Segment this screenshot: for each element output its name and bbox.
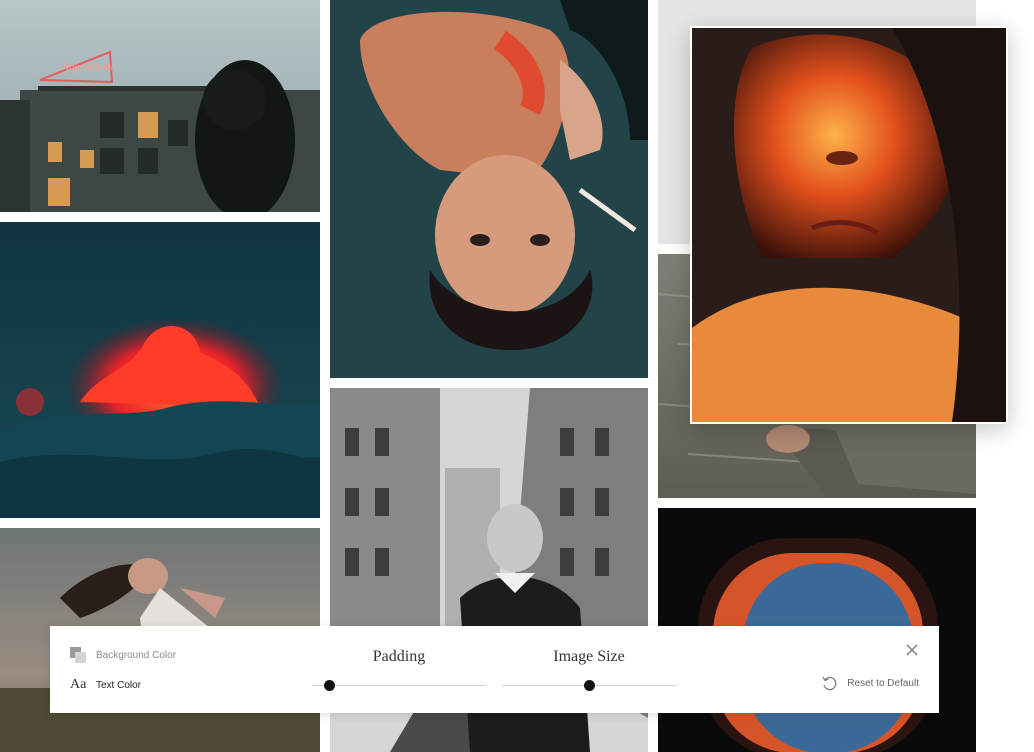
padding-slider-knob[interactable] <box>324 680 336 691</box>
photo-red-cloud[interactable] <box>0 222 320 518</box>
background-color-icon <box>70 647 87 664</box>
image-size-slider-knob[interactable] <box>584 680 595 691</box>
style-control-panel: Background Color Aa Text Color Padding I… <box>50 626 939 713</box>
close-icon[interactable] <box>905 643 919 657</box>
reset-icon <box>822 676 837 691</box>
woman-red-light-image <box>692 28 1006 422</box>
background-color-label: Background Color <box>96 650 177 661</box>
reset-to-default-button[interactable]: Reset to Default <box>821 675 919 692</box>
building-night-image: Apartments <box>0 0 320 212</box>
background-color-option[interactable]: Background Color <box>70 647 176 664</box>
reset-label: Reset to Default <box>847 678 919 689</box>
image-size-title: Image Size <box>553 648 625 665</box>
neon-sign: Apartments <box>61 61 113 73</box>
photo-woman-upside-down[interactable] <box>330 0 648 378</box>
text-color-label: Text Color <box>96 679 142 691</box>
padding-title: Padding <box>372 648 426 665</box>
photo-building-night[interactable]: Apartments <box>0 0 320 212</box>
text-color-icon: Aa <box>70 677 87 692</box>
red-cloud-image <box>0 222 320 518</box>
text-color-option[interactable]: Aa Text Color <box>70 677 141 693</box>
padding-slider[interactable] <box>312 680 486 691</box>
image-size-slider[interactable] <box>502 680 676 691</box>
woman-upside-down-image <box>330 0 648 378</box>
photo-preview-card[interactable] <box>690 26 1008 424</box>
